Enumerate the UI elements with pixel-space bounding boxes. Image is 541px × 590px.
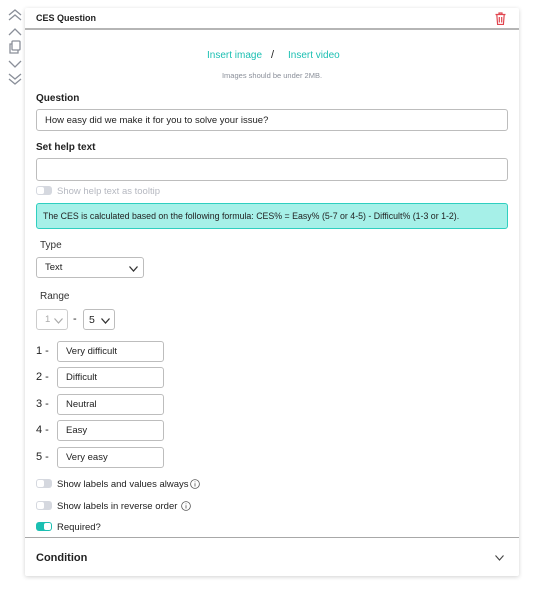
reverse-order-label: Show labels in reverse order [57, 501, 178, 512]
range-from-value: 1 [45, 314, 51, 325]
range-dash: - [73, 313, 77, 325]
insert-image-link[interactable]: Insert image [207, 50, 262, 61]
help-text-label: Set help text [36, 142, 96, 153]
scale-label-input[interactable]: Neutral [57, 394, 164, 415]
chevron-down-icon [129, 266, 138, 272]
question-input[interactable]: How easy did we make it for you to solve… [36, 109, 508, 131]
scale-number: 1 - [36, 345, 49, 357]
card-title: CES Question [36, 13, 97, 23]
range-to-value: 5 [89, 313, 95, 326]
type-value: Text [45, 262, 63, 273]
separator: / [271, 49, 275, 61]
scale-label-input[interactable]: Easy [57, 420, 164, 441]
condition-section[interactable]: Condition [25, 537, 519, 576]
chevron-up-icon[interactable] [8, 26, 22, 38]
question-card: CES Question Insert image / Insert video… [25, 8, 519, 576]
question-label: Question [36, 93, 80, 104]
scale-number: 2 - [36, 371, 49, 383]
condition-label: Condition [36, 552, 88, 564]
chevron-down-icon [54, 318, 63, 324]
required-toggle[interactable] [36, 522, 52, 531]
scale-label-input[interactable]: Very easy [57, 447, 164, 468]
range-label: Range [40, 291, 70, 302]
scale-label-input[interactable]: Difficult [57, 367, 164, 388]
chevron-down-icon[interactable] [495, 555, 504, 561]
info-icon[interactable] [181, 501, 191, 511]
tooltip-toggle-label: Show help text as tooltip [57, 186, 160, 197]
type-select[interactable]: Text [36, 257, 144, 278]
ces-info-text: The CES is calculated based on the follo… [43, 211, 460, 221]
chevrons-up-icon[interactable] [8, 9, 22, 21]
chevron-down-icon[interactable] [8, 58, 22, 70]
chevron-down-icon [101, 318, 110, 324]
card-header: CES Question [25, 8, 519, 30]
info-icon[interactable] [190, 479, 200, 489]
scale-number: 5 - [36, 451, 49, 463]
help-text-input[interactable] [36, 158, 508, 181]
required-label: Required? [57, 522, 101, 533]
trash-icon[interactable] [495, 12, 506, 25]
tooltip-toggle[interactable] [36, 186, 52, 195]
scale-number: 3 - [36, 398, 49, 410]
show-labels-always-label: Show labels and values always [57, 479, 189, 490]
show-labels-always-toggle[interactable] [36, 479, 52, 488]
image-size-hint: Images should be under 2MB. [221, 71, 323, 80]
scale-label-input[interactable]: Very difficult [57, 341, 164, 362]
range-from-select[interactable]: 1 [36, 309, 68, 330]
copy-icon[interactable] [8, 40, 22, 54]
chevrons-down-icon[interactable] [8, 73, 22, 85]
reverse-order-toggle[interactable] [36, 501, 52, 510]
scale-number: 4 - [36, 424, 49, 436]
type-label: Type [40, 240, 62, 251]
range-to-select[interactable]: 5 [83, 309, 115, 330]
insert-video-link[interactable]: Insert video [288, 50, 340, 61]
ces-info-box: The CES is calculated based on the follo… [36, 203, 508, 229]
